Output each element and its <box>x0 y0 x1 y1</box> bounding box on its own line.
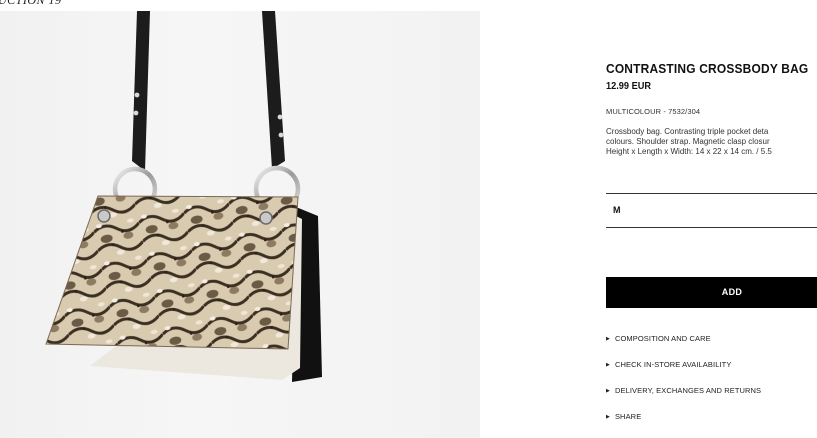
triangle-right-icon: ▶ <box>606 388 610 394</box>
size-value: M <box>613 205 621 215</box>
link-label: SHARE <box>614 412 642 421</box>
product-title: CONTRASTING CROSSBODY BAG <box>606 61 809 76</box>
link-label: DELIVERY, EXCHANGES AND RETURNS <box>614 386 762 395</box>
link-label: COMPOSITION AND CARE <box>614 334 711 343</box>
bag-illustration <box>45 11 322 382</box>
triangle-right-icon: ▶ <box>606 336 610 342</box>
product-reference: MULTICOLOUR - 7532/304 <box>606 107 701 116</box>
product-details: CONTRASTING CROSSBODY BAG 12.99 EUR MULT… <box>606 0 817 438</box>
add-button-label: ADD <box>721 287 743 297</box>
delivery-returns-link[interactable]: ▶ DELIVERY, EXCHANGES AND RETURNS <box>606 386 761 395</box>
description-line: Crossbody bag. Contrasting triple pocket… <box>606 127 769 136</box>
composition-care-link[interactable]: ▶ COMPOSITION AND CARE <box>606 334 711 343</box>
share-link[interactable]: ▶ SHARE <box>606 412 641 421</box>
product-image[interactable] <box>0 11 480 438</box>
description-line: colours. Shoulder strap. Magnetic clasp … <box>606 137 770 146</box>
store-availability-link[interactable]: ▶ CHECK IN-STORE AVAILABILITY <box>606 360 731 369</box>
link-label: CHECK IN-STORE AVAILABILITY <box>614 360 732 369</box>
product-description: Crossbody bag. Contrasting triple pocket… <box>606 127 817 157</box>
divider <box>606 227 817 228</box>
add-to-cart-button[interactable]: ADD <box>606 277 817 308</box>
triangle-right-icon: ▶ <box>606 362 610 368</box>
product-price: 12.99 EUR <box>606 81 652 92</box>
collection-label: UCTION 19 <box>0 0 62 7</box>
size-selector[interactable]: M <box>606 193 817 227</box>
triangle-right-icon: ▶ <box>606 414 610 420</box>
description-line: Height x Length x Width: 14 x 22 x 14 cm… <box>606 147 772 156</box>
